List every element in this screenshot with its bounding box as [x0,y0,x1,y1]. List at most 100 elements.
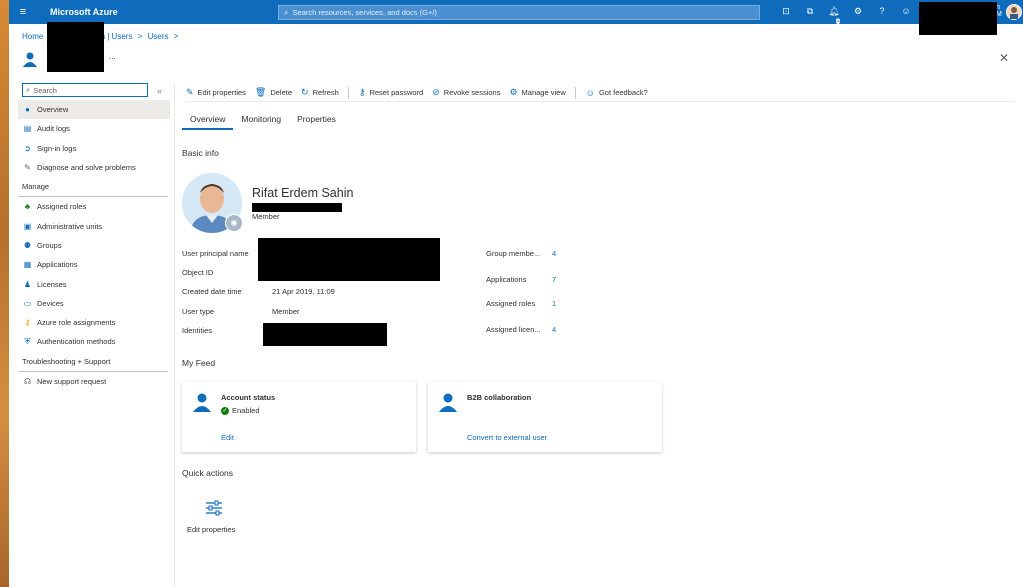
nav-item-assigned-roles[interactable]: ♣ Assigned roles [18,197,170,216]
account-avatar[interactable] [1006,4,1022,20]
redacted-username [252,203,342,212]
close-icon[interactable]: ✕ [999,51,1009,65]
nav-item-licenses[interactable]: ♟ Licenses [18,274,170,293]
reset-password-label: Reset password [369,88,424,97]
tab-overview[interactable]: Overview [182,114,234,130]
collapse-nav-icon[interactable]: « [157,86,162,96]
redacted-identities [263,323,387,346]
edit-properties-sliders-icon[interactable] [204,498,224,518]
nav-item-label: Licenses [37,279,67,289]
global-search-input[interactable]: ⌕ Search resources, services, and docs (… [278,5,760,20]
global-search-placeholder: Search resources, services, and docs (G+… [292,8,437,17]
tab-properties[interactable]: Properties [289,114,344,130]
settings-gear-icon[interactable]: ⚙ [852,6,864,28]
nav-item-administrative-units[interactable]: ▣ Administrative units [18,216,170,235]
feedback-icon: ☺ [585,87,595,98]
quick-action-edit-properties[interactable]: Edit properties [187,525,235,534]
licenses-icon: ♟ [23,279,32,289]
nav-item-label: Administrative units [37,221,103,231]
stat-value-groups[interactable]: 4 [552,249,556,258]
stat-value-applications[interactable]: 7 [552,275,556,284]
account-status-value: Enabled [232,406,260,415]
nav-item-label: Sign-in logs [37,143,77,153]
nav-item-azure-role-assignments[interactable]: ⚷ Azure role assignments [18,313,170,332]
cloud-shell-icon[interactable]: ⊡ [780,6,792,28]
support-icon: ☊ [23,376,32,386]
search-icon: ⌕ [26,85,31,94]
manage-view-button[interactable]: ⚙ Manage view [509,87,565,98]
nav-item-label: Devices [37,298,64,308]
stat-label-licenses: Assigned licen... [486,325,541,334]
nav-item-label: Diagnose and solve problems [37,163,136,173]
nav-item-label: Azure role assignments [37,318,116,328]
revoke-sessions-button[interactable]: ⊘ Revoke sessions [432,87,500,98]
nav-divider [174,83,175,587]
edit-properties-button[interactable]: ✎ Edit properties [186,87,246,98]
stat-label-assigned-roles: Assigned roles [486,299,536,308]
breadcrumb-tenant-users[interactable]: n | Users [101,32,133,41]
breadcrumb-home[interactable]: Home [22,32,43,41]
stat-value-licenses[interactable]: 4 [552,325,556,334]
delete-button[interactable]: 🗑︎ Delete [255,87,292,98]
tab-monitoring[interactable]: Monitoring [233,114,289,130]
stat-label-groups: Group membe... [486,249,541,258]
top-icons: ⊡ ⧉ 🔔︎1 ⚙ ? ☺ [780,6,912,28]
feedback-button[interactable]: ☺ Got feedback? [586,88,648,98]
nav-item-label: Assigned roles [37,202,87,212]
reset-password-button[interactable]: ⚷ Reset password [359,87,423,98]
user-role: Member [252,212,280,221]
nav-item-label: Authentication methods [37,337,116,347]
nav-item-label: Overview [37,105,69,115]
b2b-collaboration-card: B2B collaboration Convert to external us… [428,382,662,452]
field-label-identities: Identities [182,326,213,335]
pencil-icon: ✎ [186,87,194,97]
convert-external-user-link[interactable]: Convert to external user [467,433,547,442]
quick-actions-heading: Quick actions [182,468,234,478]
nav-item-devices[interactable]: ▭ Devices [18,294,170,313]
nav-search-placeholder: Search [33,85,57,95]
stat-label-applications: Applications [486,275,527,284]
refresh-button[interactable]: ↻ Refresh [301,87,339,98]
field-label-created: Created date time [182,287,242,296]
notifications-icon[interactable]: 🔔︎1 [828,6,840,28]
user-icon [193,393,211,412]
delete-label: Delete [270,88,293,97]
user-icon: ● [25,105,30,115]
nav-item-new-support-request[interactable]: ☊ New support request [18,372,170,391]
nav-item-sign-in-logs[interactable]: ➲ Sign-in logs [18,139,170,158]
help-icon[interactable]: ? [876,6,888,28]
azure-portal-window: ≡ Microsoft Azure ⌕ Search resources, se… [9,0,1023,587]
nav-item-applications[interactable]: ▦ Applications [18,255,170,274]
brand-label[interactable]: Microsoft Azure [37,7,237,17]
nav-item-audit-logs[interactable]: ▤ Audit logs [18,119,170,138]
search-icon: ⌕ [284,7,289,17]
gear-icon: ⚙ [509,87,518,97]
breadcrumb-users[interactable]: Users [148,32,169,41]
account-status-row: ✓ Enabled [221,406,260,415]
account-status-edit-link[interactable]: Edit [221,433,234,442]
redacted-upn-objectid [258,238,440,281]
field-label-upn: User principal name [182,249,249,258]
stat-value-assigned-roles[interactable]: 1 [552,299,556,308]
directory-filter-icon[interactable]: ⧉ [804,6,816,28]
breadcrumb-sep: > [173,32,179,41]
user-display-name: Rifat Erdem Sahin [252,186,354,200]
feedback-icon[interactable]: ☺ [900,6,912,28]
manage-view-label: Manage view [521,88,566,97]
nav-search-input[interactable]: ⌕ Search [22,83,148,97]
nav-item-label: Applications [37,260,78,270]
wrench-icon: ✎ [24,163,31,173]
card-title: B2B collaboration [467,393,532,402]
groups-icon: ⚉ [23,240,32,250]
nav-item-label: Audit logs [37,124,70,134]
change-photo-camera-icon[interactable]: ◉ [225,214,243,232]
redacted-breadcrumb-block [47,22,104,72]
field-label-user-type: User type [182,307,215,316]
more-options-button[interactable]: ... [109,52,116,61]
nav-item-groups[interactable]: ⚉ Groups [18,236,170,255]
devices-icon: ▭ [23,298,32,308]
nav-item-overview[interactable]: ● Overview [18,100,170,120]
nav-item-authentication-methods[interactable]: ⛨ Authentication methods [18,332,170,351]
hamburger-menu-icon[interactable]: ≡ [9,6,37,18]
nav-item-diagnose[interactable]: ✎ Diagnose and solve problems [18,158,170,177]
